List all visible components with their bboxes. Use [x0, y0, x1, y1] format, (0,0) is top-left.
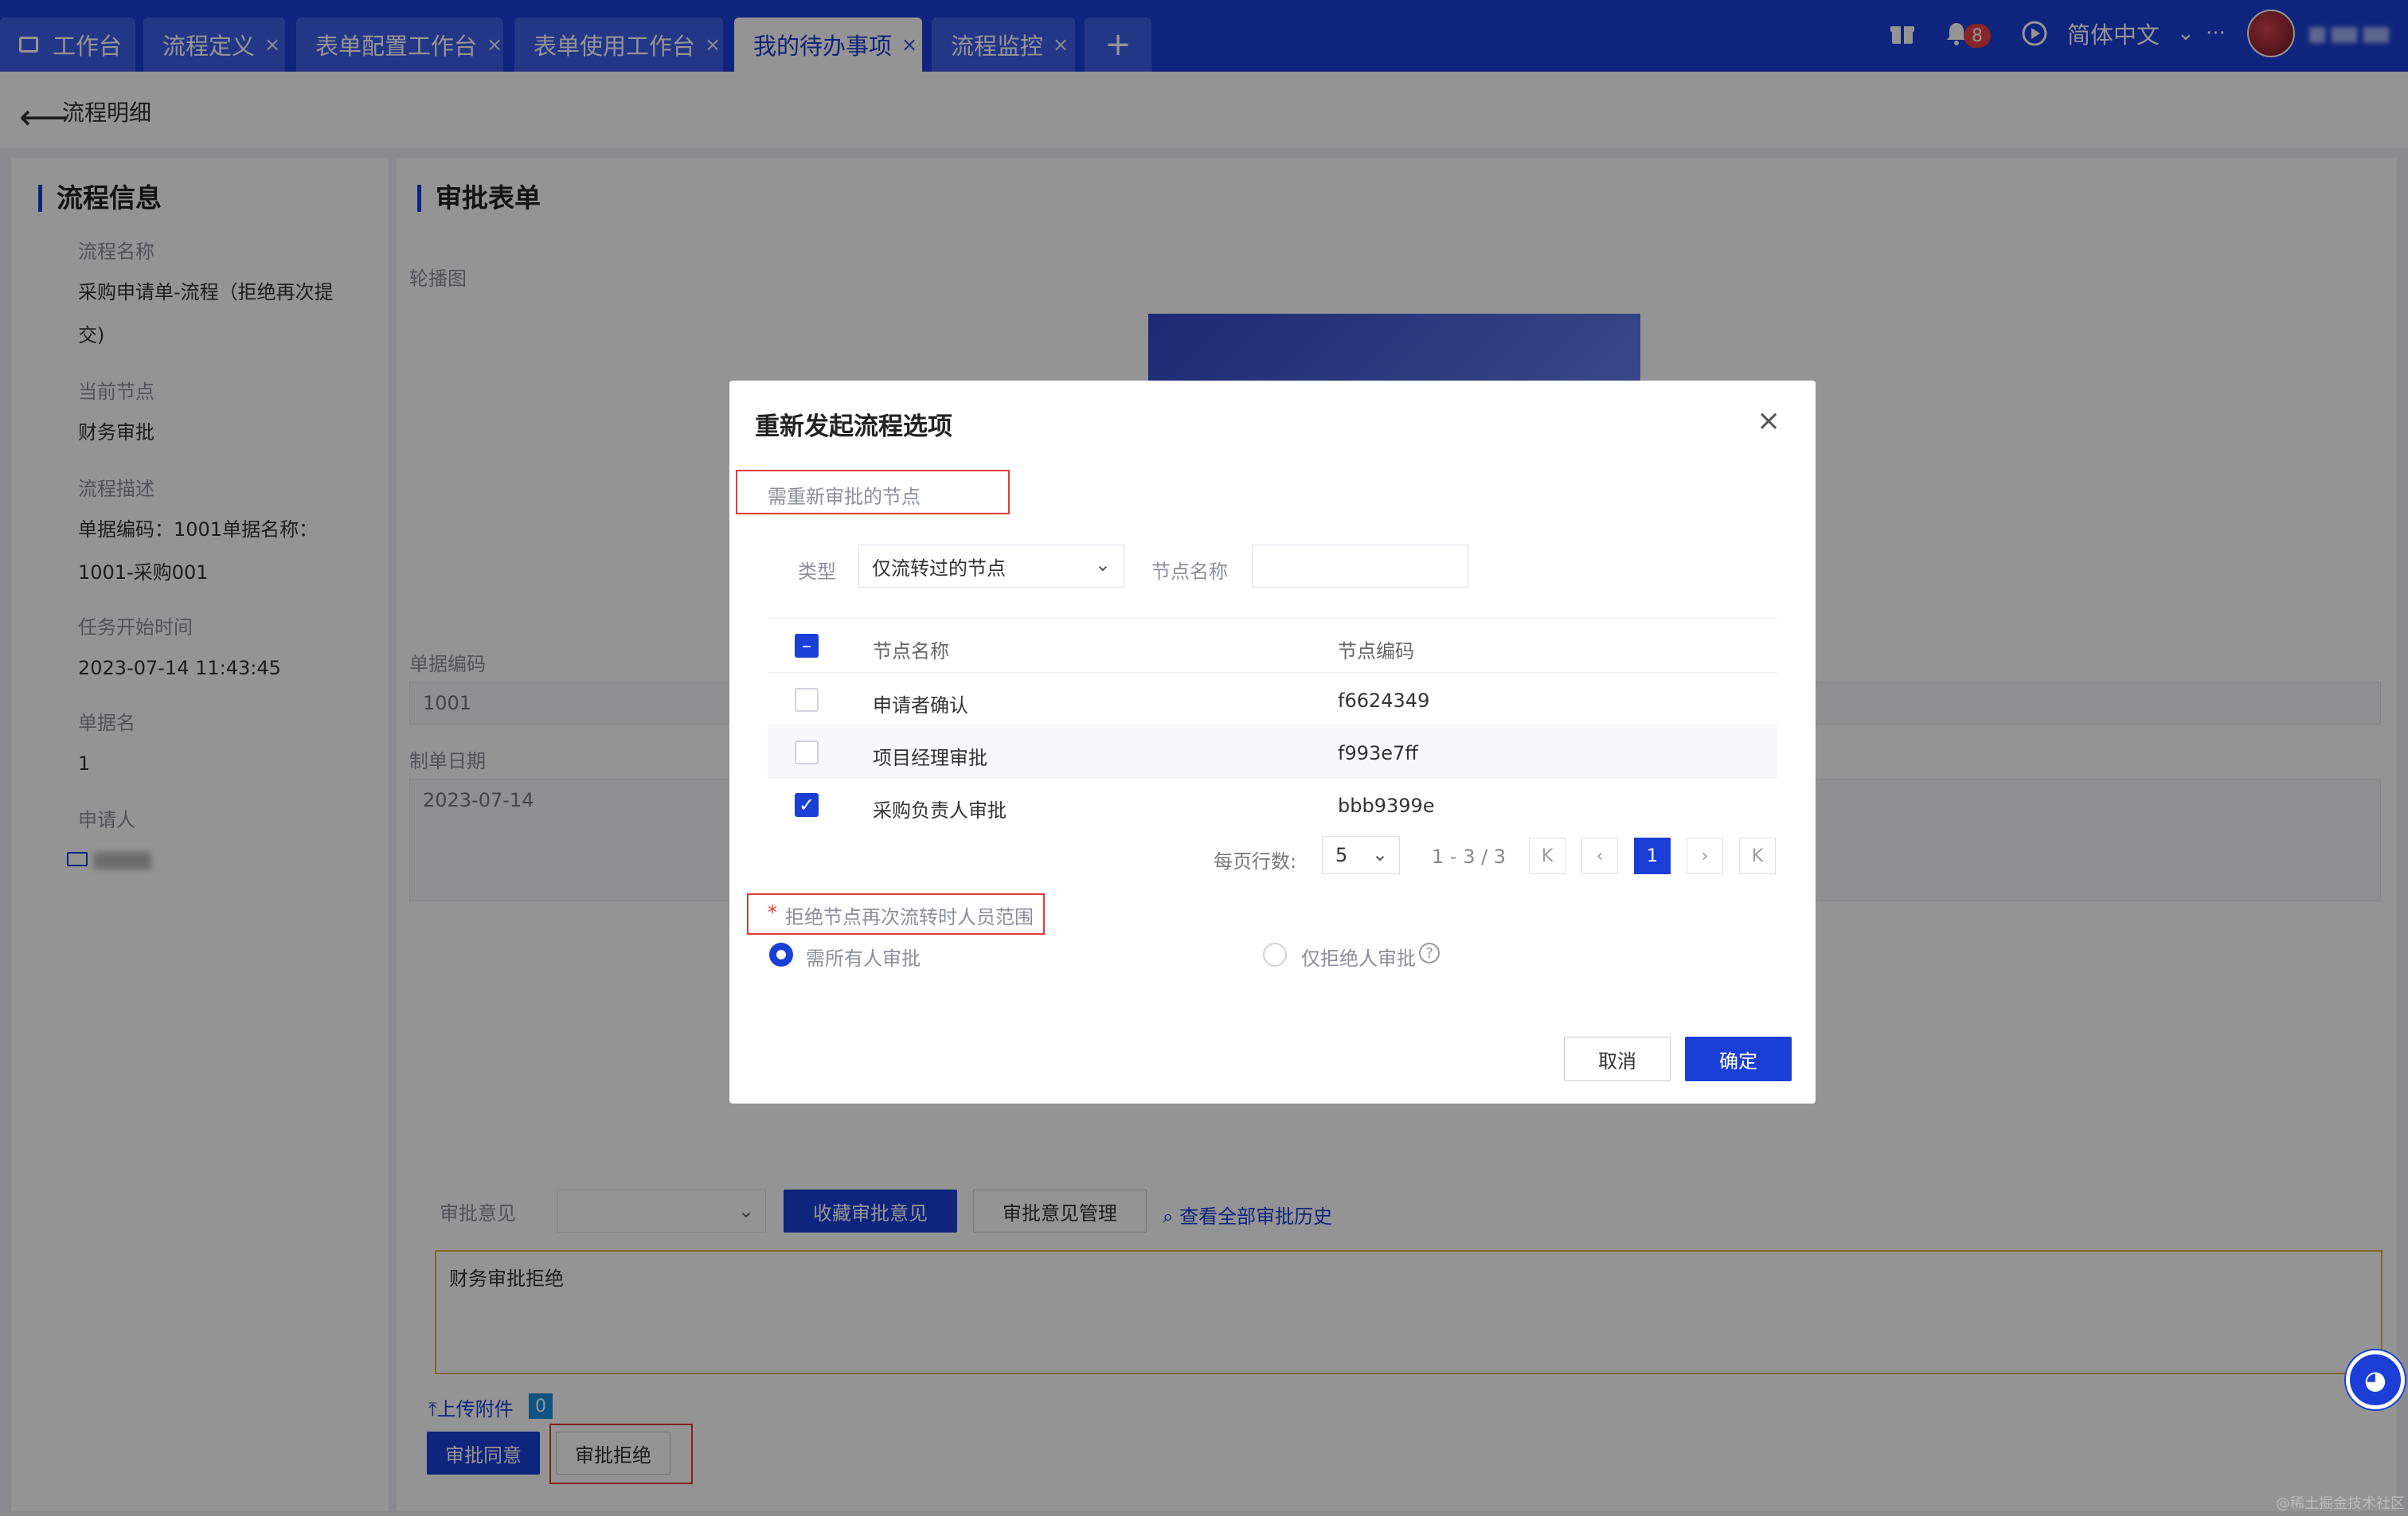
node-name-cell: 采购负责人审批	[873, 799, 1007, 822]
node-code-cell: bbb9399e	[1338, 795, 1435, 817]
divider	[768, 777, 1777, 778]
select-all-checkbox[interactable]: –	[795, 634, 819, 658]
node-name-cell: 申请者确认	[873, 694, 968, 717]
node-code-cell: f6624349	[1338, 690, 1430, 712]
node-name-cell: 项目经理审批	[873, 747, 987, 769]
column-header-node-name: 节点名称	[873, 640, 949, 662]
help-icon[interactable]: ?	[1419, 943, 1440, 963]
close-icon[interactable]: ×	[1757, 404, 1781, 437]
divider	[768, 672, 1777, 673]
node-code-cell: f993e7ff	[1338, 742, 1418, 764]
type-label: 类型	[798, 561, 836, 583]
required-mark: *	[768, 901, 777, 924]
chevron-down-icon: ⌄	[1371, 843, 1388, 865]
chevron-down-icon: ⌄	[1094, 553, 1111, 576]
node-name-input[interactable]	[1252, 545, 1468, 588]
radio-all-approve-label: 需所有人审批	[806, 947, 921, 970]
row-checkbox[interactable]: ✓	[795, 793, 819, 817]
node-name-label: 节点名称	[1151, 561, 1228, 583]
watermark: @稀土掘金技术社区	[2276, 1495, 2405, 1512]
per-page-value: 5	[1335, 844, 1348, 866]
type-select[interactable]: 仅流转过的节点 ⌄	[858, 545, 1124, 588]
scope-label: 拒绝节点再次流转时人员范围	[785, 906, 1034, 928]
divider	[768, 618, 1777, 619]
row-checkbox[interactable]	[795, 688, 819, 712]
type-select-value: 仅流转过的节点	[872, 557, 1006, 580]
dialog-title: 重新发起流程选项	[755, 412, 952, 441]
prev-page-button[interactable]: ‹	[1581, 838, 1618, 874]
radio-all-approve[interactable]	[769, 943, 793, 967]
cancel-button[interactable]: 取消	[1564, 1037, 1671, 1081]
per-page-select[interactable]: 5 ⌄	[1322, 836, 1400, 874]
chat-help-icon[interactable]: ◕	[2346, 1350, 2405, 1409]
confirm-button[interactable]: 确定	[1685, 1037, 1792, 1081]
first-page-button[interactable]: K	[1529, 838, 1566, 874]
nodes-section-label: 需重新审批的节点	[768, 486, 921, 508]
next-page-button[interactable]: ›	[1687, 838, 1723, 874]
page-1-button[interactable]: 1	[1634, 838, 1671, 874]
row-checkbox[interactable]	[795, 740, 819, 764]
per-page-label: 每页行数:	[1214, 850, 1297, 873]
radio-rejector-only[interactable]	[1263, 943, 1287, 967]
last-page-button[interactable]: K	[1739, 838, 1776, 874]
restart-process-dialog: 重新发起流程选项 × 需重新审批的节点 类型 仅流转过的节点 ⌄ 节点名称 – …	[729, 381, 1816, 1104]
page-range: 1 - 3 / 3	[1432, 846, 1507, 868]
column-header-node-code: 节点编码	[1338, 640, 1414, 662]
radio-rejector-only-label: 仅拒绝人审批	[1301, 947, 1416, 970]
